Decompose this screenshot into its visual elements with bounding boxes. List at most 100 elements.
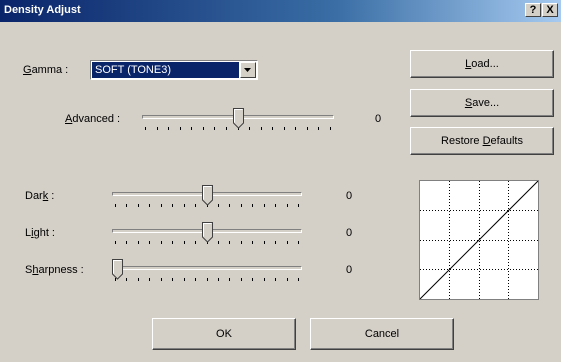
slider-tick: [252, 241, 253, 244]
slider-tick: [275, 204, 276, 207]
help-button[interactable]: ?: [525, 3, 541, 17]
close-button[interactable]: X: [542, 3, 558, 17]
slider-tick: [287, 278, 288, 281]
dark-label: Dark :: [25, 190, 55, 202]
slider-tick: [184, 204, 185, 207]
slider-tick: [284, 127, 285, 130]
gamma-select[interactable]: SOFT (TONE3): [90, 60, 258, 80]
slider-tick: [298, 204, 299, 207]
slider-tick: [330, 127, 331, 130]
chevron-down-icon: [244, 68, 251, 72]
advanced-slider[interactable]: [142, 108, 334, 132]
slider-thumb[interactable]: [202, 185, 213, 206]
slider-tick: [318, 127, 319, 130]
sharpness-value: 0: [346, 264, 353, 276]
slider-tick: [249, 127, 250, 130]
slider-tick: [298, 241, 299, 244]
slider-tick: [157, 127, 158, 130]
slider-tick: [126, 241, 127, 244]
tone-curve-line: [419, 180, 539, 300]
slider-tick: [138, 241, 139, 244]
slider-tick: [252, 278, 253, 281]
slider-tick: [252, 204, 253, 207]
slider-tick: [195, 241, 196, 244]
slider-tick: [275, 278, 276, 281]
slider-tick: [218, 278, 219, 281]
slider-tick: [184, 278, 185, 281]
slider-tick: [138, 278, 139, 281]
sharpness-slider[interactable]: [112, 259, 302, 283]
slider-ticks: [115, 278, 299, 282]
save-button-label: Save...: [464, 97, 500, 109]
slider-tick: [161, 204, 162, 207]
slider-tick: [149, 278, 150, 281]
slider-tick: [180, 127, 181, 130]
slider-tick: [195, 278, 196, 281]
slider-tick: [203, 127, 204, 130]
slider-tick: [218, 204, 219, 207]
slider-tick: [229, 278, 230, 281]
slider-tick: [241, 278, 242, 281]
slider-tick: [241, 204, 242, 207]
slider-track: [112, 266, 302, 270]
slider-tick: [264, 204, 265, 207]
slider-thumb[interactable]: [233, 108, 244, 129]
slider-tick: [241, 241, 242, 244]
slider-tick: [184, 241, 185, 244]
slider-tick: [261, 127, 262, 130]
cancel-button-label: Cancel: [364, 328, 400, 340]
tone-curve-preview: [419, 180, 539, 300]
slider-tick: [229, 241, 230, 244]
restore-defaults-button-label: Restore Defaults: [441, 135, 523, 147]
slider-tick: [138, 204, 139, 207]
light-value: 0: [346, 227, 353, 239]
slider-tick: [207, 278, 208, 281]
advanced-value: 0: [375, 113, 382, 125]
ok-button[interactable]: OK: [152, 318, 296, 350]
close-icon: X: [546, 4, 554, 16]
slider-tick: [195, 204, 196, 207]
slider-tick: [214, 127, 215, 130]
gamma-label: Gamma :: [23, 64, 69, 76]
slider-tick: [161, 241, 162, 244]
slider-thumb[interactable]: [202, 222, 213, 243]
title-bar: Density Adjust ? X: [0, 0, 561, 22]
advanced-label: Advanced :: [65, 113, 121, 125]
load-button[interactable]: Load...: [410, 50, 554, 78]
slider-tick: [149, 241, 150, 244]
slider-tick: [287, 241, 288, 244]
tone-curve-graph: [419, 180, 539, 300]
slider-tick: [161, 278, 162, 281]
slider-tick: [264, 278, 265, 281]
load-button-label: Load...: [465, 58, 499, 70]
slider-tick: [172, 278, 173, 281]
slider-thumb[interactable]: [112, 259, 123, 280]
slider-tick: [275, 241, 276, 244]
slider-tick: [307, 127, 308, 130]
slider-tick: [172, 241, 173, 244]
slider-tick: [226, 127, 227, 130]
slider-tick: [145, 127, 146, 130]
cancel-button[interactable]: Cancel: [310, 318, 454, 350]
dark-slider[interactable]: [112, 185, 302, 209]
slider-tick: [272, 127, 273, 130]
slider-tick: [126, 204, 127, 207]
slider-tick: [191, 127, 192, 130]
slider-tick: [149, 204, 150, 207]
slider-tick: [168, 127, 169, 130]
save-button[interactable]: Save...: [410, 89, 554, 117]
light-label: Light :: [25, 227, 55, 239]
sharpness-label: Sharpness :: [25, 264, 84, 276]
slider-tick: [295, 127, 296, 130]
slider-tick: [115, 241, 116, 244]
dark-value: 0: [346, 190, 353, 202]
slider-tick: [126, 278, 127, 281]
slider-tick: [115, 204, 116, 207]
gamma-selected-value: SOFT (TONE3): [92, 62, 239, 78]
slider-tick: [229, 204, 230, 207]
slider-tick: [172, 204, 173, 207]
restore-defaults-button[interactable]: Restore Defaults: [410, 127, 554, 155]
light-slider[interactable]: [112, 222, 302, 246]
gamma-dropdown-button[interactable]: [240, 62, 256, 78]
slider-tick: [264, 241, 265, 244]
